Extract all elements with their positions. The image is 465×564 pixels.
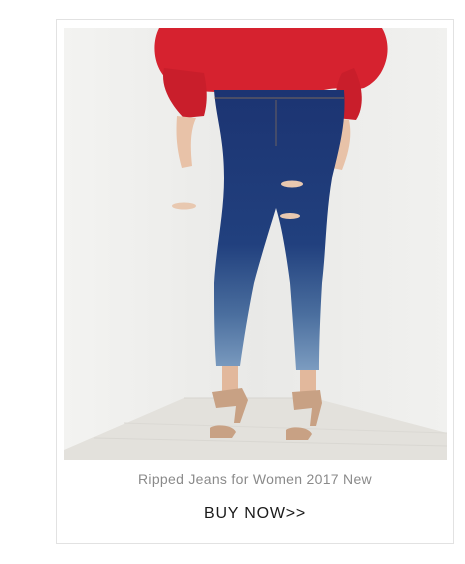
- buy-now-button[interactable]: BUY NOW>>: [198, 503, 312, 525]
- product-image[interactable]: [64, 28, 447, 460]
- product-caption[interactable]: Ripped Jeans for Women 2017 New: [57, 471, 453, 487]
- jeans-model-illustration: [64, 28, 447, 460]
- product-card[interactable]: Ripped Jeans for Women 2017 New BUY NOW>…: [56, 19, 454, 544]
